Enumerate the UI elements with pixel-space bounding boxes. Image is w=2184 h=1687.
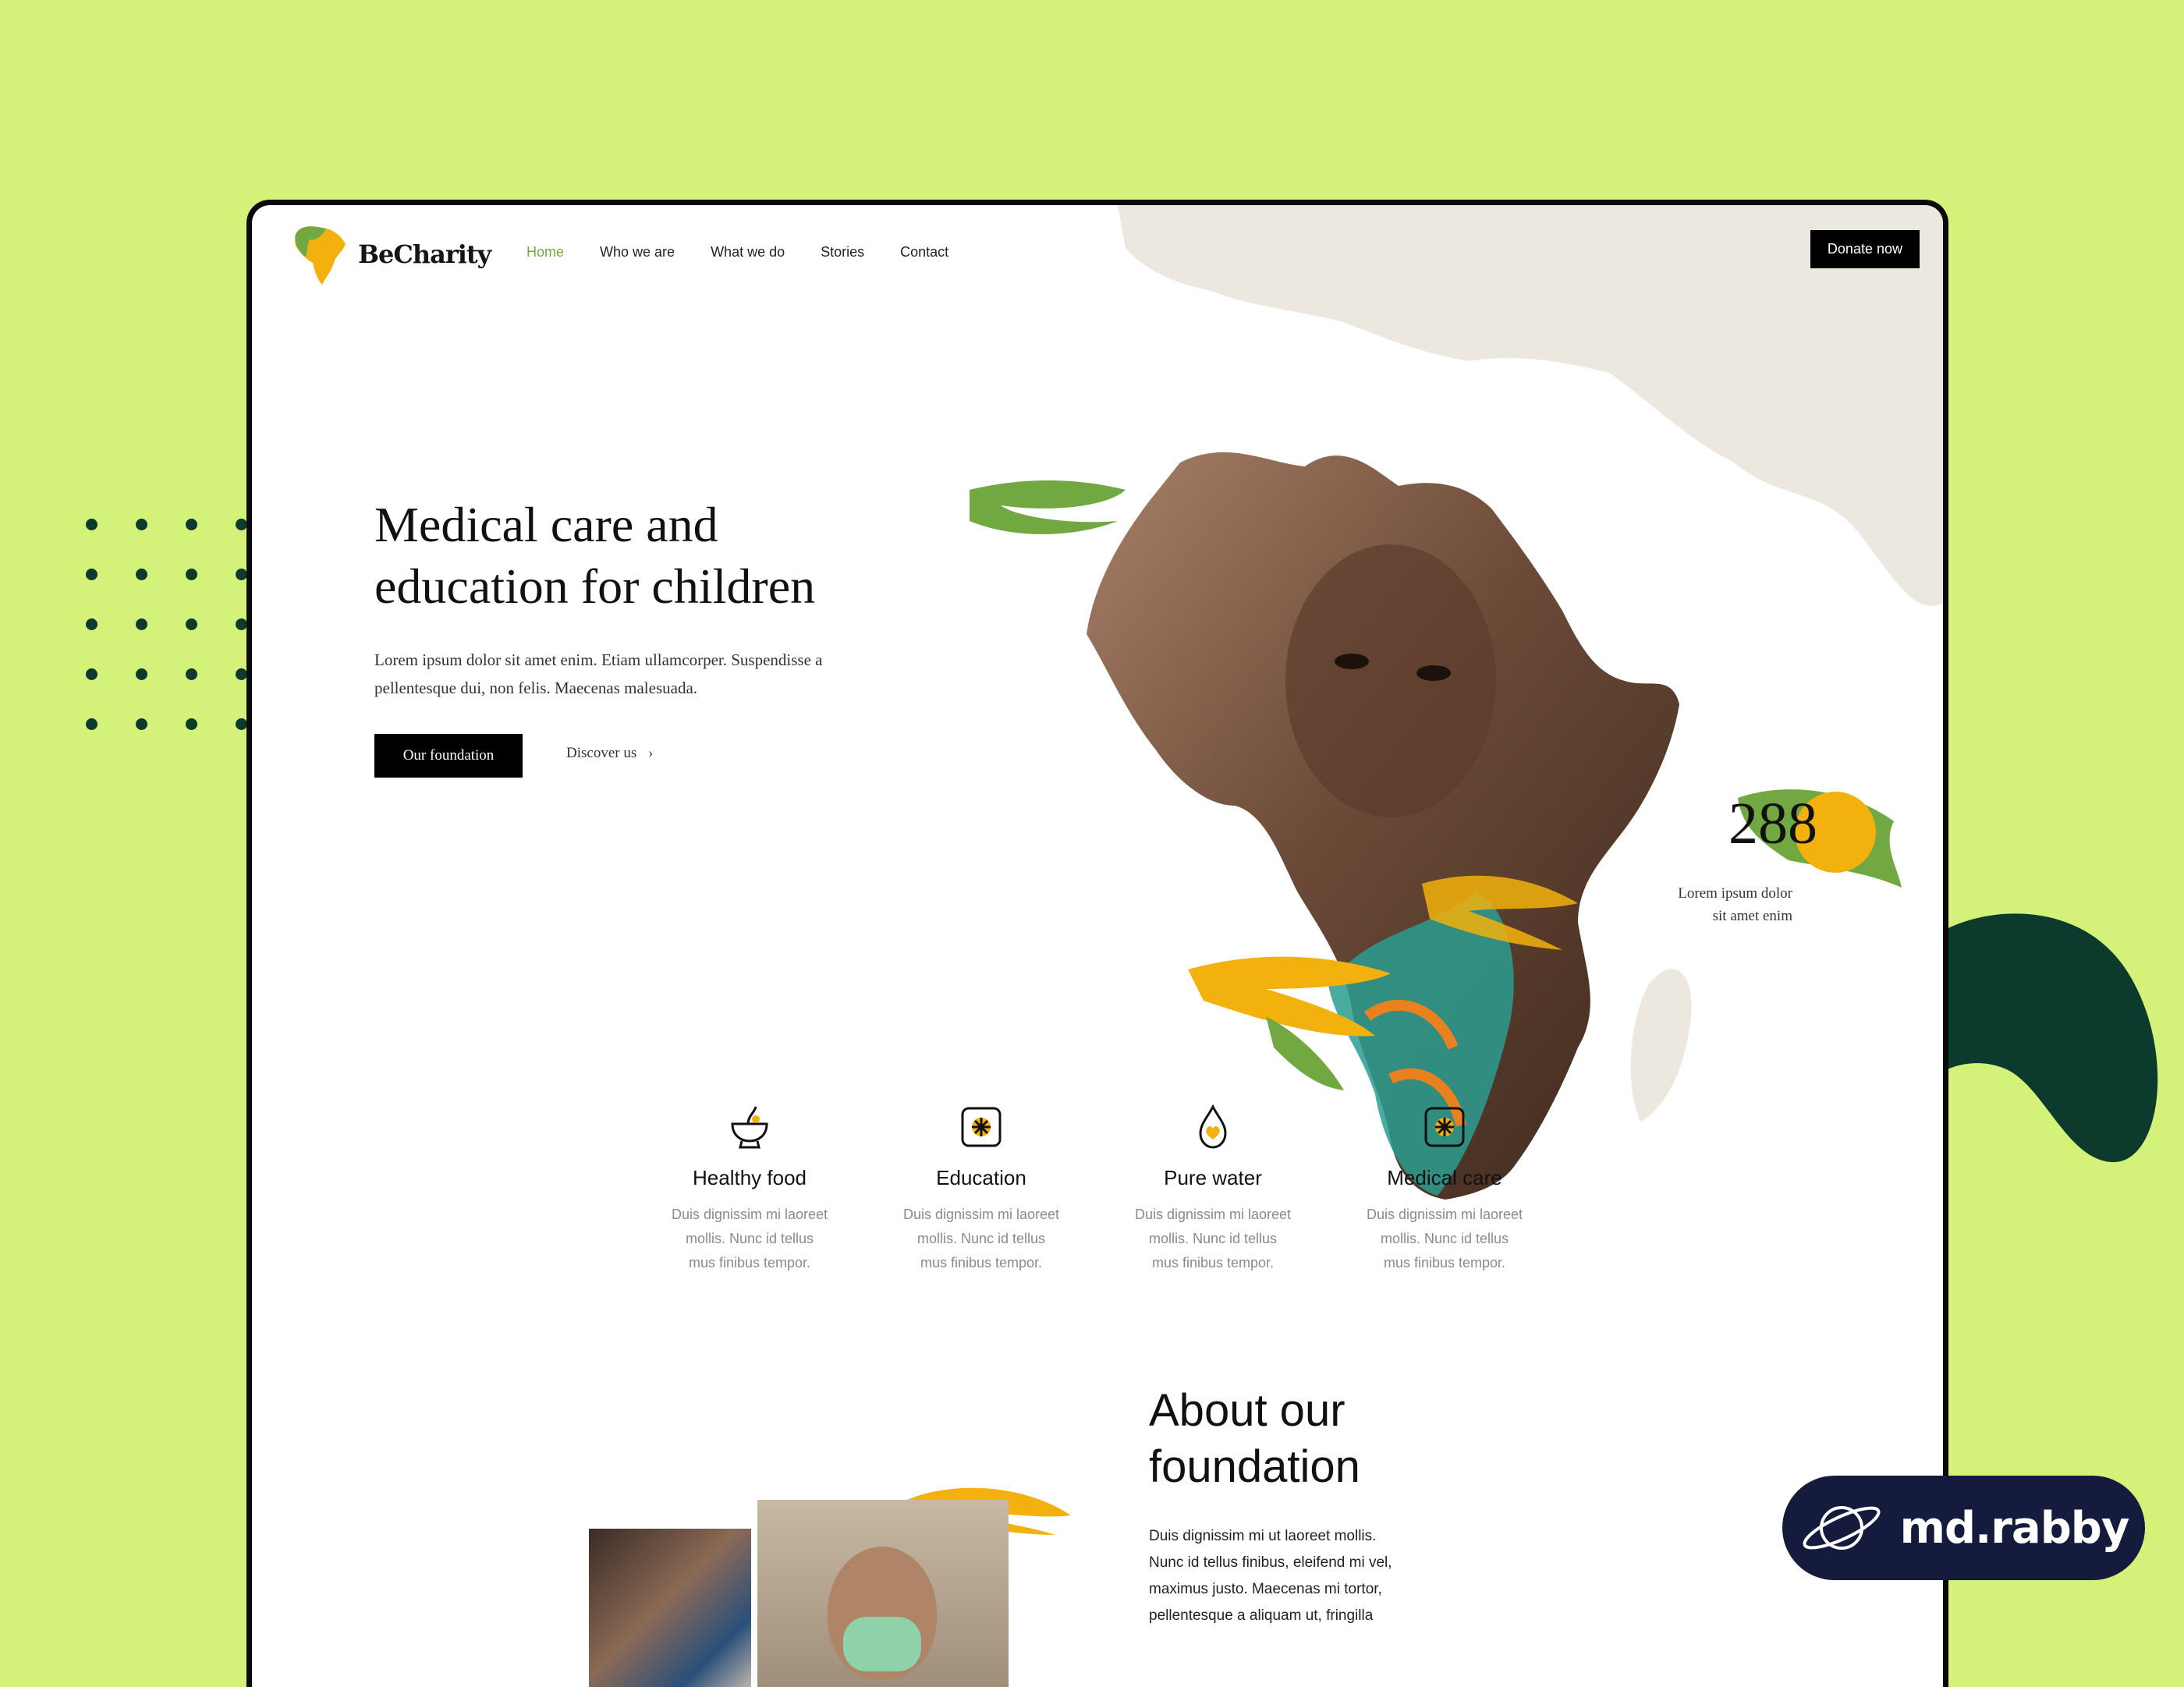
feature-description: Duis dignissim mi laoreet mollis. Nunc i… <box>648 1203 851 1275</box>
nav-item-what-we-do[interactable]: What we do <box>711 244 785 260</box>
face-mask <box>843 1617 921 1671</box>
feature-line-1: Duis dignissim mi laoreet <box>671 1207 828 1222</box>
about-title-line-1: About our <box>1149 1385 1346 1436</box>
author-badge[interactable]: md.rabby <box>1782 1476 2145 1580</box>
about-line-1: Duis dignissim mi ut laoreet mollis. <box>1149 1528 1377 1544</box>
hero-description: Lorem ipsum dolor sit amet enim. Etiam u… <box>374 646 874 702</box>
volunteer-photo <box>757 1500 1009 1687</box>
browser-frame: BeCharity Home Who we are What we do Sto… <box>246 200 1948 1687</box>
feature-line-3: mus finibus tempor. <box>1151 1255 1275 1271</box>
discover-us-label: Discover us <box>566 745 637 761</box>
bowl-icon <box>731 1106 768 1149</box>
feature-description: Duis dignissim mi laoreet mollis. Nunc i… <box>880 1203 1083 1275</box>
planet-logo-icon <box>1803 1506 1881 1550</box>
feature-description: Duis dignissim mi laoreet mollis. Nunc i… <box>1343 1203 1546 1275</box>
feature-education: Education Duis dignissim mi laoreet moll… <box>880 1102 1083 1275</box>
our-foundation-button[interactable]: Our foundation <box>374 734 523 778</box>
author-name: md.rabby <box>1899 1502 2130 1554</box>
about-description: Duis dignissim mi ut laoreet mollis. Nun… <box>1149 1523 1438 1629</box>
stat-description-line-2: sit amet enim <box>1712 908 1792 924</box>
feature-line-1: Duis dignissim mi laoreet <box>902 1207 1060 1222</box>
stat-value: 288 <box>1728 791 1817 856</box>
hero-description-line-2: pellentesque dui, non felis. Maecenas ma… <box>374 679 698 697</box>
medical-badge-icon <box>961 1107 1002 1147</box>
stat-description: Lorem ipsum dolor sit amet enim <box>1672 882 1792 927</box>
discover-us-link[interactable]: Discover us › <box>566 745 653 762</box>
feature-line-2: mollis. Nunc id tellus <box>685 1231 814 1246</box>
feature-title: Education <box>936 1166 1026 1189</box>
water-drop-heart-icon <box>1199 1104 1227 1149</box>
world-map-illustration <box>970 205 1943 1200</box>
nav-item-stories[interactable]: Stories <box>821 244 864 260</box>
africa-logo-icon <box>295 226 346 285</box>
decorative-blob <box>1934 913 2158 1162</box>
feature-line-2: mollis. Nunc id tellus <box>916 1231 1046 1246</box>
feature-line-3: mus finibus tempor. <box>1383 1255 1506 1271</box>
feature-healthy-food: Healthy food Duis dignissim mi laoreet m… <box>648 1102 851 1275</box>
about-title: About our foundation <box>1149 1383 1539 1495</box>
feature-title: Healthy food <box>693 1166 807 1189</box>
hero-title-line-2: education for children <box>374 558 816 614</box>
feature-medical-care: Medical care Duis dignissim mi laoreet m… <box>1343 1102 1546 1275</box>
hero-title: Medical care and education for children <box>374 494 905 617</box>
feature-line-3: mus finibus tempor. <box>688 1255 811 1271</box>
feature-line-2: mollis. Nunc id tellus <box>1148 1231 1278 1246</box>
feature-pure-water: Pure water Duis dignissim mi laoreet mol… <box>1112 1102 1314 1275</box>
nav-item-home[interactable]: Home <box>526 244 564 260</box>
donate-button[interactable]: Donate now <box>1810 230 1920 268</box>
brand-name: BeCharity <box>358 239 491 269</box>
about-title-line-2: foundation <box>1149 1441 1360 1492</box>
hero-title-line-1: Medical care and <box>374 497 718 552</box>
feature-line-1: Duis dignissim mi laoreet <box>1366 1207 1523 1222</box>
feature-title: Pure water <box>1164 1166 1262 1189</box>
decorative-dot-grid <box>86 519 265 745</box>
main-navigation: Home Who we are What we do Stories Conta… <box>526 244 948 260</box>
logo[interactable]: BeCharity <box>291 222 491 286</box>
about-line-2: Nunc id tellus finibus, eleifend mi vel, <box>1149 1554 1392 1571</box>
stat-description-line-1: Lorem ipsum dolor <box>1678 885 1792 902</box>
about-line-3: maximus justo. Maecenas mi tortor, <box>1149 1581 1382 1597</box>
nav-item-who-we-are[interactable]: Who we are <box>600 244 675 260</box>
feature-line-3: mus finibus tempor. <box>920 1255 1043 1271</box>
nav-item-contact[interactable]: Contact <box>900 244 948 260</box>
feature-description: Duis dignissim mi laoreet mollis. Nunc i… <box>1112 1203 1314 1275</box>
about-line-4: pellentesque a aliquam ut, fringilla <box>1149 1607 1374 1624</box>
feature-line-1: Duis dignissim mi laoreet <box>1134 1207 1292 1222</box>
hero-description-line-1: Lorem ipsum dolor sit amet enim. Etiam u… <box>374 650 823 669</box>
children-photo <box>589 1529 751 1687</box>
feature-line-2: mollis. Nunc id tellus <box>1380 1231 1509 1246</box>
feature-title: Medical care <box>1387 1166 1502 1189</box>
medical-badge-icon <box>1424 1107 1465 1147</box>
chevron-right-icon: › <box>647 745 654 761</box>
